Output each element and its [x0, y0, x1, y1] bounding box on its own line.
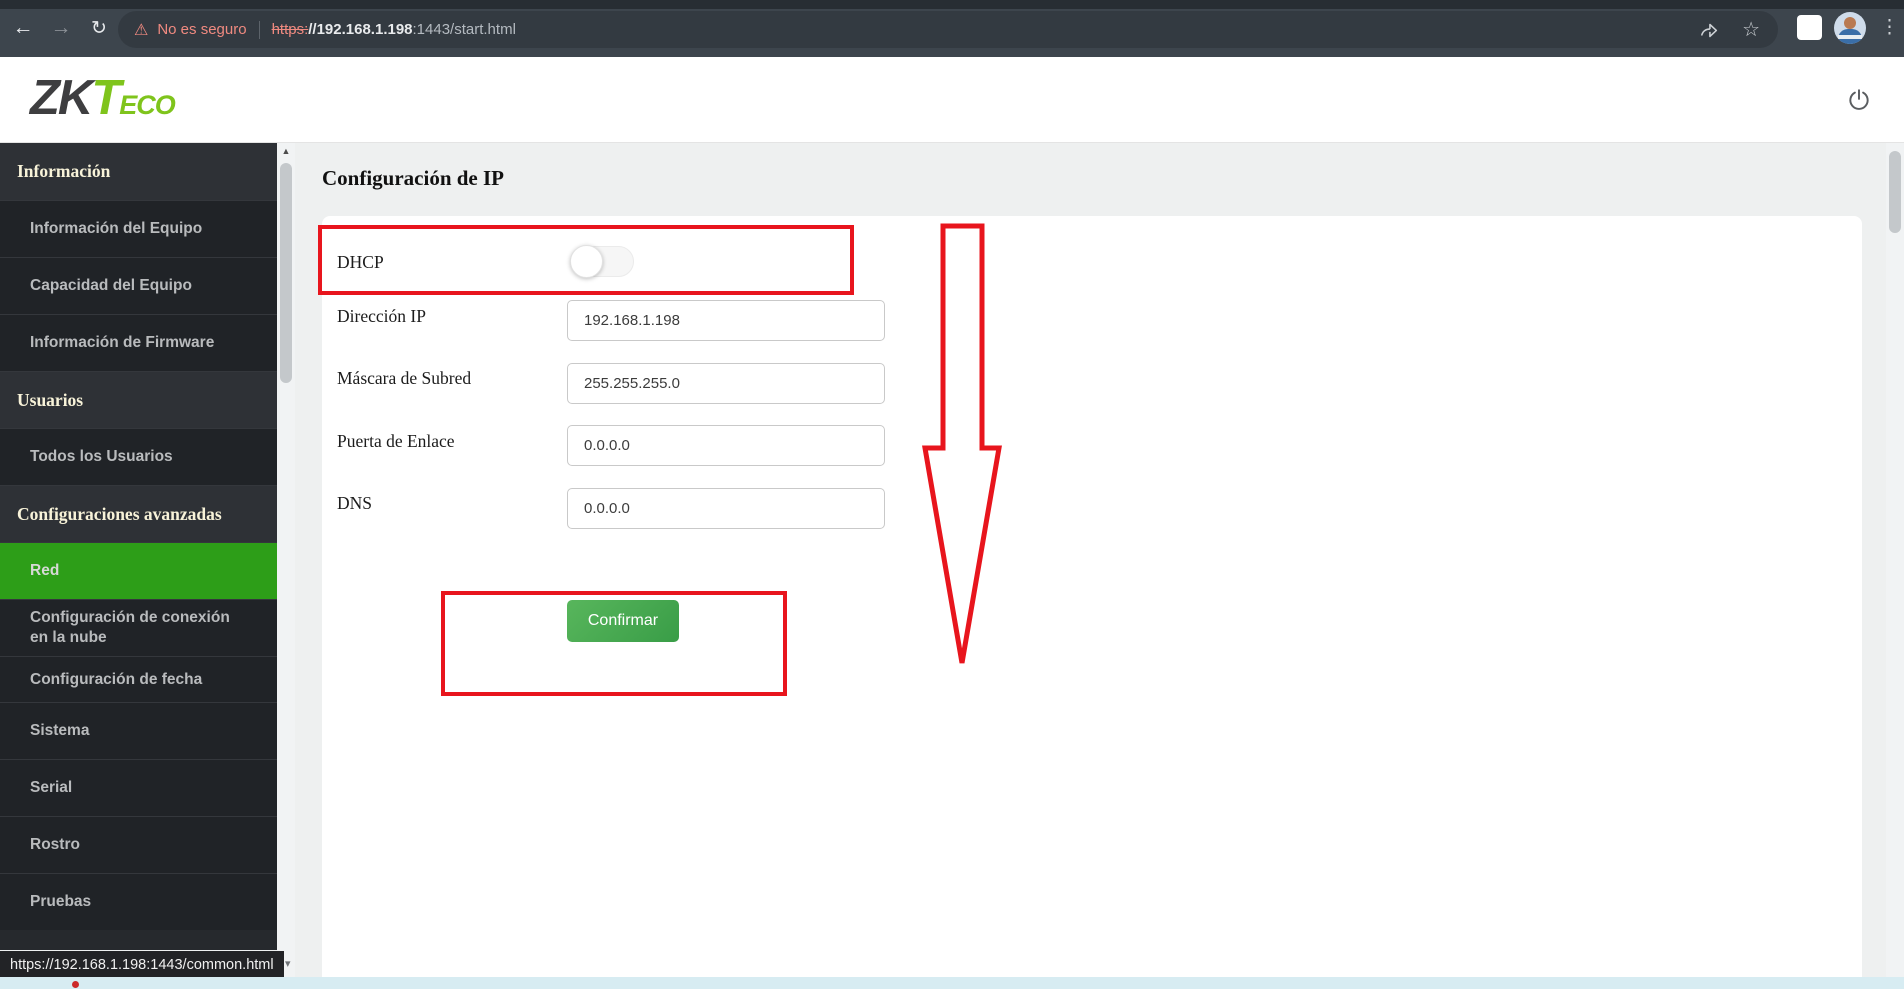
sidebar-item-informacion-del-equipo[interactable]: Información del Equipo: [0, 200, 277, 257]
sidebar-item-sistema[interactable]: Sistema: [0, 702, 277, 759]
field-input-puerta-de-enlace[interactable]: [567, 425, 885, 466]
sidebar-label: Información del Equipo: [30, 220, 203, 237]
browser-window: ← → ↻ ⚠ No es seguro https://192.168.1.1…: [0, 0, 1904, 989]
sidebar-label: Información: [17, 161, 111, 181]
sidebar-label: Usuarios: [17, 389, 84, 410]
sidebar-label: Configuración de conexión en la nube: [30, 609, 230, 646]
reload-icon[interactable]: ↻: [84, 13, 114, 43]
address-separator: [258, 20, 260, 39]
scroll-up-icon[interactable]: ▲: [277, 146, 295, 156]
sidebar-label: Rostro: [30, 836, 80, 853]
annotation-box-confirm: [441, 591, 787, 696]
sidebar-section-usuarios: Usuarios: [0, 371, 277, 428]
sidebar-section-configuraciones-avanzadas: Configuraciones avanzadas: [0, 485, 277, 542]
browser-toolbar: ← → ↻ ⚠ No es seguro https://192.168.1.1…: [0, 0, 1904, 57]
sidebar-label: Capacidad del Equipo: [30, 277, 192, 294]
sidebar-label: Información de Firmware: [30, 334, 215, 351]
page-url: https://192.168.1.198:1443/start.html: [272, 21, 516, 38]
app-header: ZK T ECO: [0, 57, 1904, 143]
power-icon[interactable]: [1842, 83, 1876, 117]
page-scrollbar[interactable]: [1886, 143, 1904, 977]
sidebar-label: Red: [30, 562, 60, 579]
back-icon[interactable]: ←: [8, 13, 38, 43]
taskbar-dot: [72, 981, 79, 988]
sidebar-label: Configuraciones avanzadas: [17, 503, 222, 524]
sidebar-item-configuracion-de-conexion-en-la-nube[interactable]: Configuración de conexión en la nube: [0, 599, 277, 656]
annotation-box-dhcp: [318, 225, 854, 295]
logo-t: T: [91, 71, 121, 125]
sidebar-menu: Información Información del Equipo Capacid…: [0, 143, 277, 950]
field-label-dns: DNS: [337, 493, 373, 513]
security-warning-icon[interactable]: ⚠: [134, 20, 148, 40]
sidebar-item-capacidad-del-equipo[interactable]: Capacidad del Equipo: [0, 257, 277, 314]
field-label-puerta-de-enlace: Puerta de Enlace: [337, 431, 455, 451]
sidebar-scrollbar-thumb[interactable]: [280, 163, 292, 383]
sidebar-item-pruebas[interactable]: Pruebas: [0, 873, 277, 930]
extension-icon[interactable]: [1797, 15, 1822, 40]
url-host: //192.168.1.198: [308, 21, 413, 38]
zkteco-logo: ZK T ECO: [30, 71, 176, 125]
field-label-direccion-ip: Dirección IP: [337, 306, 426, 326]
avatar-head: [1844, 17, 1856, 29]
address-bar[interactable]: ⚠ No es seguro https://192.168.1.198:144…: [118, 11, 1778, 48]
logo-eco: ECO: [119, 90, 176, 120]
sidebar-scrollbar[interactable]: ▲: [277, 143, 295, 977]
sidebar-item-informacion-de-firmware[interactable]: Información de Firmware: [0, 314, 277, 371]
bookmark-star-icon[interactable]: ☆: [1742, 19, 1760, 41]
field-input-direccion-ip[interactable]: [567, 300, 885, 341]
tab-strip-edge: [0, 0, 1904, 9]
field-input-dns[interactable]: [567, 488, 885, 529]
url-scheme: https:: [271, 21, 309, 38]
taskbar-strip: [0, 977, 1904, 989]
sidebar-label: Configuración de fecha: [30, 670, 203, 688]
status-fold-icon: ▾: [285, 958, 291, 970]
forward-icon[interactable]: →: [46, 13, 76, 43]
sidebar-item-red[interactable]: Red: [0, 542, 277, 599]
overflow-menu-icon[interactable]: ⋮: [1880, 15, 1899, 41]
sidebar-label: Pruebas: [30, 893, 92, 910]
sidebar-item-rostro[interactable]: Rostro: [0, 816, 277, 873]
sidebar-item-configuracion-de-fecha[interactable]: Configuración de fecha: [0, 656, 277, 702]
sidebar-label: Serial: [30, 779, 73, 796]
sidebar-item-todos-los-usuarios[interactable]: Todos los Usuarios: [0, 428, 277, 485]
sidebar-section-informacion: Información: [0, 143, 277, 200]
url-path: :1443/start.html: [412, 21, 516, 38]
field-label-mascara-de-subred: Máscara de Subred: [337, 368, 472, 388]
sidebar-item-serial[interactable]: Serial: [0, 759, 277, 816]
share-icon[interactable]: [1698, 19, 1720, 41]
page-scrollbar-thumb[interactable]: [1889, 151, 1901, 233]
field-input-mascara-de-subred[interactable]: [567, 363, 885, 404]
page-title: Configuración de IP: [322, 166, 505, 190]
sidebar-label: Sistema: [30, 722, 90, 739]
sidebar-label: Todos los Usuarios: [30, 448, 173, 465]
status-link-preview: https://192.168.1.198:1443/common.html: [0, 951, 284, 978]
logo-zk: ZK: [30, 71, 93, 125]
annotation-arrow-down: [922, 223, 1002, 664]
avatar-arms: [1838, 35, 1862, 39]
security-chip[interactable]: No es seguro: [157, 21, 246, 38]
profile-avatar[interactable]: [1834, 12, 1866, 44]
